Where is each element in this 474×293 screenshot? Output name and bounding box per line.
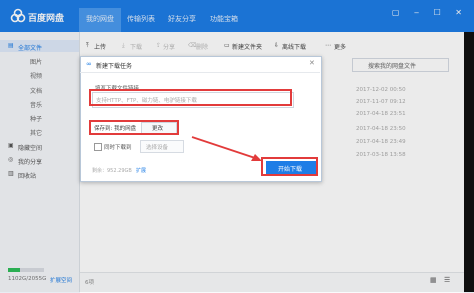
close-icon[interactable]: ✕ [309,59,315,67]
sync-download-checkbox[interactable] [94,143,102,151]
expand-link[interactable]: 扩展 [136,167,146,174]
dialog-divider [80,72,320,73]
dialog-title: 新建下载任务 [96,63,133,70]
url-highlight-box [89,89,292,106]
remaining-space-text: 剩余：952.29GB [92,168,132,174]
select-device-label: 选择设备 [146,145,169,151]
save-highlight-box [89,120,179,135]
start-highlight-box [261,157,318,176]
dialog-logo-icon: ∞ [86,60,92,68]
sync-download-label: 同时下载到 [104,145,132,151]
